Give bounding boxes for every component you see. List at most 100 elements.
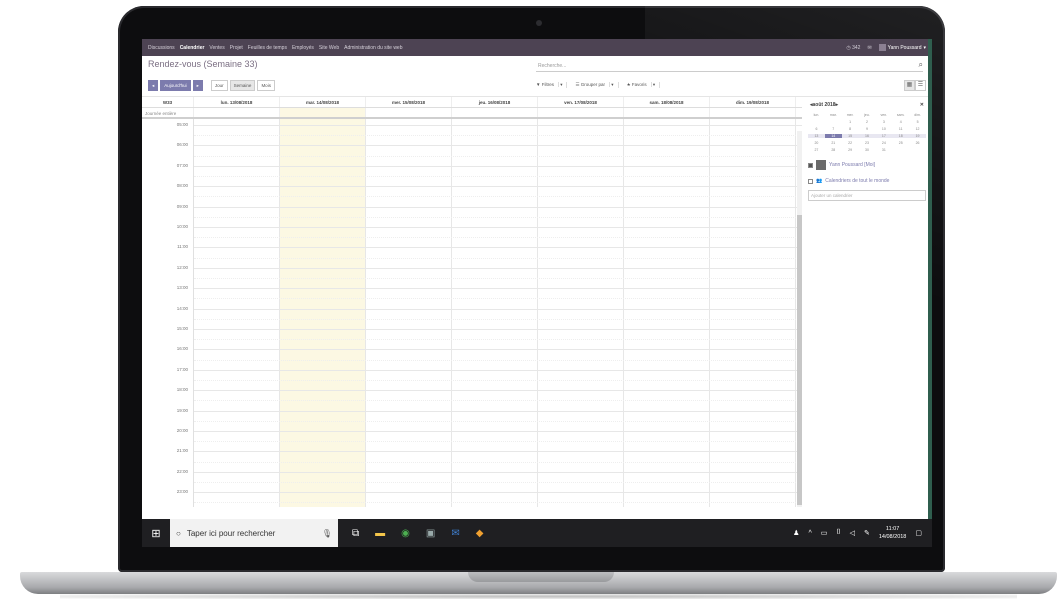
day-column[interactable] xyxy=(280,119,366,507)
hour-line xyxy=(194,349,802,351)
calendar-scrollbar[interactable] xyxy=(797,131,802,507)
taskbar-search[interactable]: ○ Taper ici pour rechercher 🎙 xyxy=(170,519,338,547)
notifications-icon[interactable]: ▢ xyxy=(915,529,922,537)
day-column[interactable] xyxy=(194,119,280,507)
mini-calendar-day[interactable]: 1 xyxy=(842,120,859,124)
mini-calendar-day[interactable]: 30 xyxy=(859,148,876,152)
view-month-button[interactable]: Mois xyxy=(257,80,275,91)
day-column[interactable] xyxy=(624,119,710,507)
search-icon[interactable]: ⌕ xyxy=(919,60,923,70)
mini-calendar-day[interactable]: 17 xyxy=(875,134,893,138)
allday-cell[interactable] xyxy=(366,108,452,117)
mini-calendar-day[interactable]: 31 xyxy=(875,148,892,152)
mini-calendar-day[interactable]: 20 xyxy=(808,141,825,145)
allday-cell[interactable] xyxy=(280,108,366,117)
mini-calendar-day[interactable]: 28 xyxy=(825,148,842,152)
app-icon[interactable]: ◆ xyxy=(476,528,484,539)
day-column[interactable] xyxy=(710,119,796,507)
allday-cell[interactable] xyxy=(538,108,624,117)
calendar-filter-item[interactable]: Yann Poussard [Moi] xyxy=(808,160,926,170)
day-column[interactable] xyxy=(538,119,624,507)
mini-calendar-day[interactable]: 10 xyxy=(875,127,892,131)
calendar-filter-item[interactable]: 👥 Calendriers de tout le monde xyxy=(808,178,926,184)
microphone-icon[interactable]: 🎙 xyxy=(322,529,332,538)
clock[interactable]: 11:07 14/08/2018 xyxy=(879,525,907,541)
task-view-icon[interactable]: ⧉ xyxy=(352,528,359,539)
menu-item[interactable]: Administration du site web xyxy=(344,45,402,51)
day-column[interactable] xyxy=(452,119,538,507)
outlook-icon[interactable]: ✉ xyxy=(451,528,459,539)
mini-calendar-day[interactable]: 6 xyxy=(808,127,825,131)
allday-cell[interactable] xyxy=(452,108,538,117)
chat-icon[interactable]: ✉ xyxy=(867,45,871,51)
allday-cell[interactable] xyxy=(194,108,280,117)
checkbox[interactable] xyxy=(808,178,813,184)
allday-cell[interactable] xyxy=(710,108,796,117)
windows-start-icon[interactable]: ⊞ xyxy=(142,527,170,540)
store-icon[interactable]: ▣ xyxy=(426,528,435,539)
mini-calendar-day[interactable]: 2 xyxy=(859,120,876,124)
close-icon[interactable]: ✕ xyxy=(920,102,924,108)
mini-calendar-day[interactable]: 21 xyxy=(825,141,842,145)
tray-expand-icon[interactable]: ^ xyxy=(808,530,811,537)
calendar-view-icon[interactable]: ▦ xyxy=(904,80,915,91)
mini-calendar-day[interactable]: 12 xyxy=(909,127,926,131)
today-button[interactable]: Aujourd'hui xyxy=(160,80,191,91)
mini-calendar-day[interactable]: 29 xyxy=(842,148,859,152)
mini-calendar-day[interactable]: 11 xyxy=(892,127,909,131)
filters-button[interactable]: ▼ Filtres ▾ xyxy=(536,82,568,88)
view-week-button[interactable]: Semaine xyxy=(229,80,256,91)
battery-icon[interactable]: ▭ xyxy=(821,529,828,537)
mini-calendar-day[interactable]: 3 xyxy=(875,120,892,124)
list-view-icon[interactable]: ☰ xyxy=(915,80,926,91)
mini-calendar-day[interactable]: 18 xyxy=(892,134,910,138)
mini-calendar-day[interactable]: 22 xyxy=(842,141,859,145)
chat-counter[interactable]: ◷ 342 xyxy=(846,45,860,51)
chrome-icon[interactable]: ◉ xyxy=(401,528,410,539)
pen-icon[interactable]: ✎ xyxy=(864,529,870,537)
hour-line xyxy=(194,206,802,208)
menu-item[interactable]: Calendrier xyxy=(180,45,205,51)
mini-calendar-day[interactable]: 25 xyxy=(892,141,909,145)
menu-item[interactable]: Employés xyxy=(292,45,314,51)
people-icon[interactable]: ♟ xyxy=(793,529,799,537)
search-input[interactable]: Recherche... ⌕ xyxy=(536,60,923,72)
favorites-button[interactable]: ★ Favoris ▾ xyxy=(627,82,661,88)
network-icon[interactable]: ⌷ xyxy=(836,529,840,537)
camera xyxy=(536,20,542,26)
checkbox[interactable] xyxy=(808,162,813,168)
time-grid[interactable]: 05:00 06:00 07:00 08:00 09:00 10:00 11:00 12:00… xyxy=(142,119,802,507)
menu-item[interactable]: Feuilles de temps xyxy=(248,45,287,51)
view-day-button[interactable]: Jour xyxy=(210,80,228,91)
user-menu[interactable]: Yann Poussard ▾ xyxy=(878,44,926,51)
mini-calendar-day[interactable]: 8 xyxy=(842,127,859,131)
mini-calendar-day[interactable]: 4 xyxy=(892,120,909,124)
mini-calendar-day[interactable]: 19 xyxy=(909,134,926,138)
mini-calendar-day[interactable]: 5 xyxy=(909,120,926,124)
menu-item[interactable]: Ventes xyxy=(209,45,224,51)
mini-calendar-day[interactable]: 24 xyxy=(875,141,892,145)
hour-line xyxy=(194,308,802,310)
mini-calendar-day[interactable]: 16 xyxy=(858,134,876,138)
volume-icon[interactable]: ◁ xyxy=(850,529,855,537)
allday-cell[interactable] xyxy=(624,108,710,117)
menu-item[interactable]: Site Web xyxy=(319,45,339,51)
menu-item[interactable]: Projet xyxy=(230,45,243,51)
day-column[interactable] xyxy=(366,119,452,507)
mini-calendar-day[interactable]: 27 xyxy=(808,148,825,152)
mini-calendar-day[interactable]: 23 xyxy=(859,141,876,145)
clock-time: 11:07 xyxy=(885,526,900,532)
previous-button[interactable]: ◂ xyxy=(148,80,159,91)
groupby-button[interactable]: ☰ Grouper par ▾ xyxy=(575,82,619,88)
mini-calendar-day[interactable]: 14 xyxy=(824,134,842,138)
next-button[interactable]: ▸ xyxy=(192,80,203,91)
add-calendar-input[interactable]: Ajouter un calendrier xyxy=(808,190,926,201)
mini-calendar-day[interactable]: 13 xyxy=(808,134,825,138)
mini-calendar-day[interactable]: 7 xyxy=(825,127,842,131)
mini-calendar-day[interactable]: 9 xyxy=(859,127,876,131)
scrollbar-thumb[interactable] xyxy=(797,215,802,505)
menu-item[interactable]: Discussions xyxy=(148,45,175,51)
mini-calendar-day[interactable]: 26 xyxy=(909,141,926,145)
explorer-icon[interactable]: ▬ xyxy=(375,528,385,539)
mini-calendar-day[interactable]: 15 xyxy=(841,134,859,138)
